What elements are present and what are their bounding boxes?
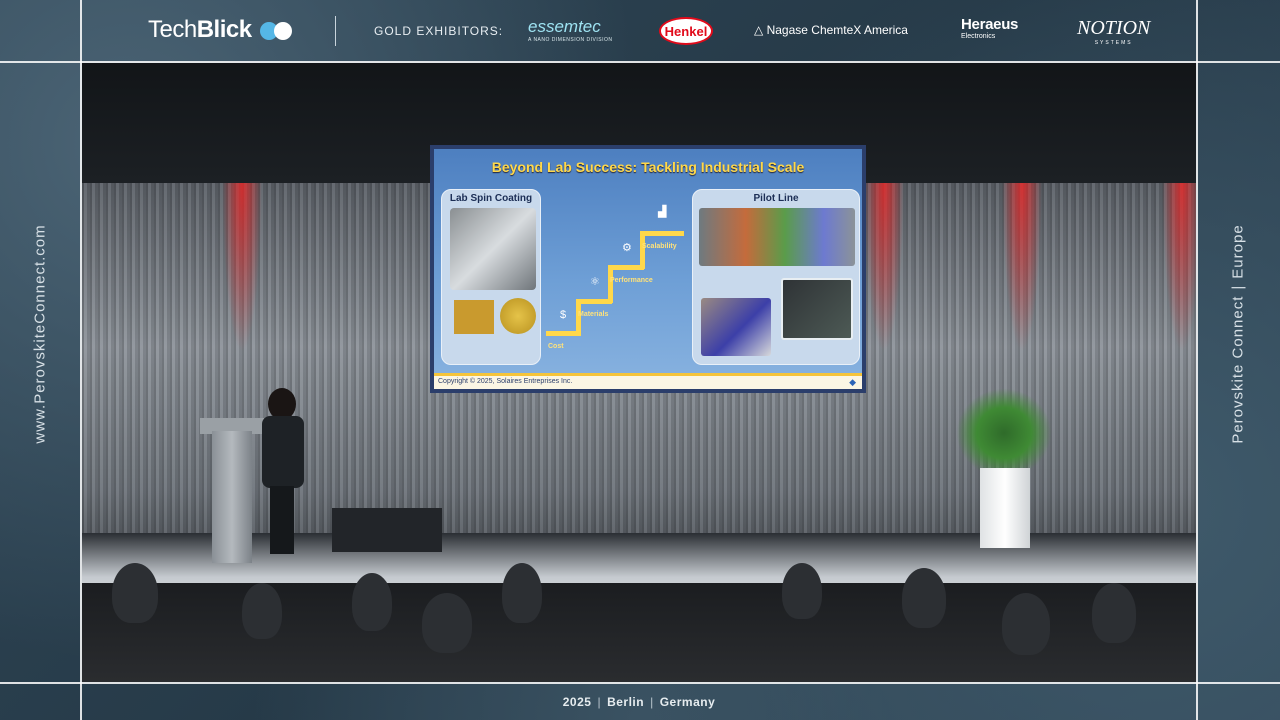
- podium: [212, 431, 252, 563]
- slide-title: Beyond Lab Success: Tackling Industrial …: [491, 159, 805, 175]
- event-caption: Perovskite Connect | Europe: [1230, 224, 1247, 443]
- dollar-icon: $: [560, 309, 567, 321]
- event-country: Germany: [659, 695, 716, 709]
- audience-head: [1092, 583, 1136, 643]
- audience-head: [1002, 593, 1050, 655]
- essemtec-name: essemtec: [528, 17, 601, 36]
- audience-head: [352, 573, 392, 631]
- sponsor-notion-logo: NOTION SYSTEMS: [1077, 17, 1150, 46]
- sponsor-essemtec-logo: essemtec A NANO DIMENSION DIVISION: [528, 17, 612, 43]
- audience-head: [902, 568, 946, 628]
- frame-line-right: [1196, 0, 1198, 720]
- pilot-line-photo: [699, 208, 855, 266]
- plant-pot: [980, 468, 1030, 548]
- sponsor-nagase-logo: △ Nagase ChemteX America: [754, 23, 908, 37]
- lab-spin-coating-panel: Lab Spin Coating: [441, 189, 541, 365]
- audience-head: [242, 583, 282, 639]
- notion-sub: SYSTEMS: [1094, 40, 1133, 46]
- brand-part-blick: Blick: [196, 16, 252, 43]
- sponsor-bar: TechBlick GOLD EXHIBITORS: essemtec A NA…: [82, 0, 1196, 61]
- coin-image: [500, 298, 536, 334]
- plant: [956, 388, 1052, 478]
- step-label-materials: Materials: [578, 311, 609, 318]
- gold-exhibitors-label: GOLD EXHIBITORS:: [374, 24, 504, 38]
- event-city: Berlin: [607, 695, 645, 709]
- spin-coater-photo: [450, 208, 536, 290]
- red-spotlight: [1162, 183, 1196, 353]
- audience-head: [422, 593, 472, 653]
- stage-video: Beyond Lab Success: Tackling Industrial …: [82, 63, 1196, 682]
- nagase-name: Nagase ChemteX America: [766, 23, 908, 37]
- techblick-logo: TechBlick: [148, 16, 292, 44]
- website-caption: www.PerovskiteConnect.com: [31, 224, 49, 444]
- event-year: 2025: [562, 695, 592, 709]
- nagase-triangle-icon: △: [754, 23, 764, 37]
- henkel-name: Henkel: [664, 23, 708, 39]
- heraeus-name: Heraeus: [961, 16, 1019, 33]
- header-divider: [335, 16, 336, 46]
- red-spotlight: [222, 183, 262, 353]
- gears-icon: ⚙: [622, 242, 632, 254]
- pilot-panel-title: Pilot Line: [753, 193, 799, 204]
- stage-monitor: [332, 508, 442, 552]
- frame-line-top: [0, 61, 1280, 63]
- event-separator: |: [1229, 284, 1247, 290]
- event-region: Europe: [1229, 224, 1247, 279]
- chart-icon: ▟: [658, 206, 667, 218]
- scale-staircase: $ ⚛ ⚙ ▟ Cost Materials Performance Scala…: [546, 191, 686, 365]
- event-name: Perovskite Connect: [1229, 295, 1247, 444]
- pilot-line-panel: Pilot Line: [692, 189, 860, 365]
- heraeus-sub: Electronics: [961, 33, 996, 40]
- step-label-performance: Performance: [610, 277, 653, 284]
- projected-slide: Beyond Lab Success: Tackling Industrial …: [430, 145, 866, 393]
- module-hand-photo: [701, 298, 771, 356]
- slide-footer: Copyright © 2025, Solaires Entreprises I…: [434, 373, 862, 389]
- red-spotlight: [1002, 183, 1042, 353]
- essemtec-sub: A NANO DIMENSION DIVISION: [528, 37, 613, 43]
- atom-icon: ⚛: [590, 276, 600, 288]
- device-photo: [781, 278, 853, 340]
- footer-separator: |: [650, 695, 654, 709]
- notion-name: NOTION: [1077, 17, 1151, 39]
- step-label-cost: Cost: [548, 343, 564, 350]
- sponsor-heraeus-logo: Heraeus Electronics: [961, 16, 1018, 40]
- audience-head: [502, 563, 542, 623]
- slide-copyright: Copyright © 2025, Solaires Entreprises I…: [438, 378, 573, 385]
- wafer-sample-image: [454, 300, 494, 334]
- red-spotlight: [864, 183, 904, 353]
- audience-head: [782, 563, 822, 619]
- step-label-scalability: Scalability: [642, 243, 677, 250]
- sponsor-henkel-logo: Henkel: [659, 17, 713, 45]
- event-date-location: 2025 | Berlin | Germany: [82, 684, 1196, 720]
- audience-head: [112, 563, 158, 623]
- brand-part-tech: Tech: [148, 16, 197, 43]
- footer-separator: |: [597, 695, 602, 709]
- solaires-logo-icon: ◆: [849, 377, 856, 387]
- lab-panel-title: Lab Spin Coating: [449, 193, 533, 204]
- brand-dots-icon: [260, 22, 300, 40]
- frame-line-left: [80, 0, 82, 720]
- speaker: [258, 388, 308, 558]
